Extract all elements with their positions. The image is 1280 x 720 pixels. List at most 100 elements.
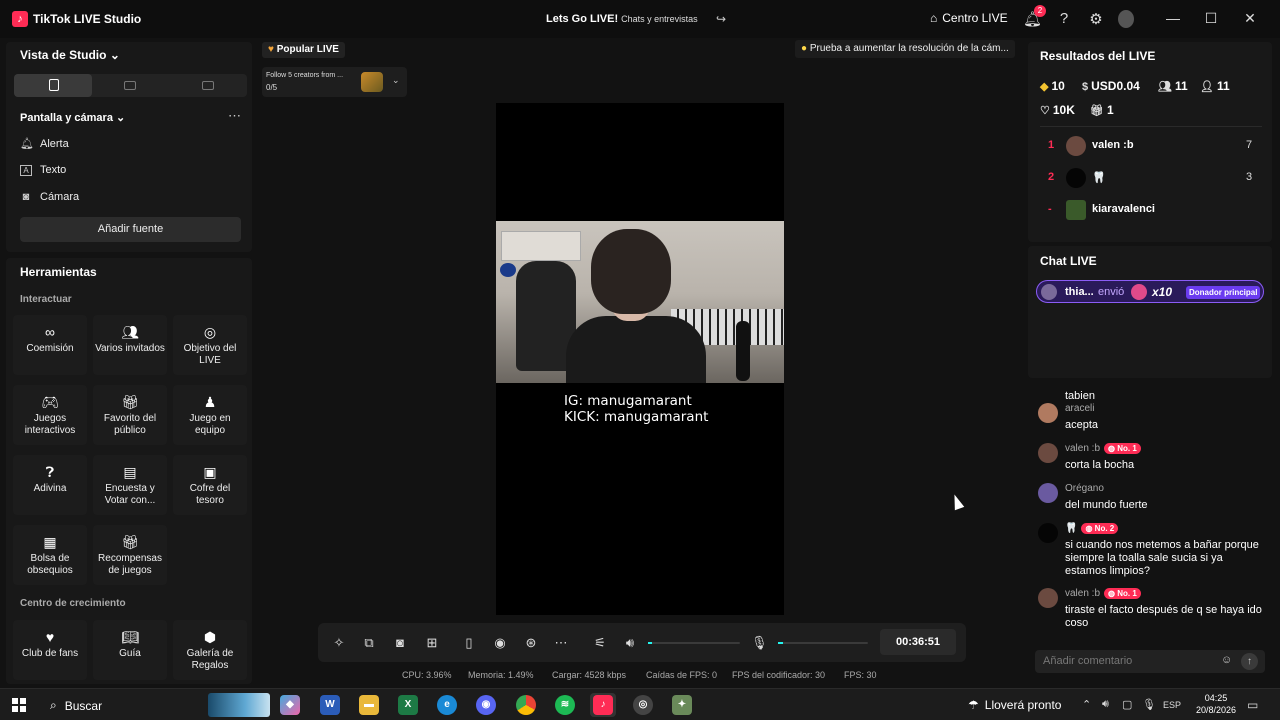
clock[interactable]: 04:25 20/8/2026: [1196, 692, 1236, 716]
chrome-icon[interactable]: [516, 695, 536, 715]
comment-input[interactable]: Añadir comentario ☺ ↑: [1035, 650, 1265, 673]
weather-widget[interactable]: ☂ Lloverá pronto: [968, 698, 1061, 712]
stat-viewers: 👥︎ 11: [1158, 79, 1188, 93]
close-icon[interactable]: ✕: [1240, 10, 1260, 27]
maximize-icon[interactable]: ☐: [1201, 10, 1221, 27]
replay-icon[interactable]: ⊛: [523, 635, 539, 651]
avatar: [1038, 483, 1058, 503]
tool-fan-club[interactable]: ♥ Club de fans: [13, 620, 87, 680]
tool-guide[interactable]: 📖︎ Guía: [93, 620, 167, 680]
add-source-button[interactable]: Añadir fuente: [20, 217, 241, 242]
popular-live-button[interactable]: ♥ Popular LIVE: [262, 42, 345, 58]
studio-view-dropdown[interactable]: Vista de Studio ⌄: [20, 48, 120, 62]
gear-icon[interactable]: ⚙: [1087, 10, 1105, 28]
source-item-camera[interactable]: ◙ Cámara: [20, 191, 79, 203]
portrait-layout-icon[interactable]: [49, 79, 59, 91]
magic-wand-icon[interactable]: ✧: [331, 635, 347, 651]
tool-gift-gallery[interactable]: ⬢ Galería de Regalos: [173, 620, 247, 680]
tool-team-game[interactable]: ♟ Juego en equipo: [173, 385, 247, 445]
app-icon[interactable]: ✦: [672, 695, 692, 715]
chevron-up-icon[interactable]: ⌃: [1082, 698, 1091, 711]
bag-icon: ▦: [43, 534, 57, 550]
tool-label: Varios invitados: [95, 343, 165, 354]
live-center-label: Centro LIVE: [942, 11, 1008, 25]
tool-treasure-chest[interactable]: ▣ Cofre del tesoro: [173, 455, 247, 515]
excel-icon[interactable]: X: [398, 695, 418, 715]
stat-memory: Memoria: 1.49%: [468, 670, 534, 680]
weather-label: Lloverá pronto: [984, 698, 1062, 712]
dual-layout-icon[interactable]: [202, 81, 214, 90]
tool-poll[interactable]: ▤ Encuesta y Votar con...: [93, 455, 167, 515]
taskbar-search[interactable]: ⌕ Buscar: [50, 698, 102, 713]
overlay-text: IG: manugamarant KICK: manugamarant: [564, 393, 708, 425]
tool-audience-favorite[interactable]: 🎁︎ Favorito del público: [93, 385, 167, 445]
ranking-row[interactable]: - kiaravalenci: [1040, 199, 1260, 221]
heart-outline-icon: ♡: [1040, 105, 1050, 117]
send-icon[interactable]: ↑: [1241, 653, 1258, 670]
tool-guess[interactable]: ❓︎ Adivina: [13, 455, 87, 515]
discord-icon[interactable]: ◉: [476, 695, 496, 715]
windows-start-icon[interactable]: [12, 698, 26, 712]
live-category: Chats y entrevistas: [621, 14, 698, 24]
file-explorer-icon[interactable]: ▬: [359, 695, 379, 715]
source-label: Cámara: [40, 191, 80, 203]
camera-settings-icon[interactable]: ◙: [392, 635, 408, 651]
effects-icon[interactable]: ⧉: [361, 635, 377, 651]
volume-slider[interactable]: [648, 642, 740, 644]
chevron-down-icon[interactable]: ⌄: [392, 75, 400, 86]
record-icon[interactable]: ◉: [492, 635, 508, 651]
language-indicator[interactable]: ESP: [1163, 700, 1181, 710]
top-gift-banner[interactable]: thia... envió x10 Donador principal: [1036, 280, 1264, 303]
tool-gift-bag[interactable]: ▦ Bolsa de obsequios: [13, 525, 87, 585]
source-item-text[interactable]: A Texto: [20, 164, 66, 176]
edge-icon[interactable]: e: [437, 695, 457, 715]
layout-switcher: [14, 74, 247, 97]
live-center-button[interactable]: ⌂ Centro LIVE: [930, 11, 1008, 25]
device-icon[interactable]: ▢: [1122, 698, 1132, 711]
message-user: valen :b ◍ No. 1: [1065, 443, 1141, 454]
help-icon[interactable]: ?: [1055, 10, 1073, 27]
ranking-row[interactable]: 1 valen :b 7: [1040, 135, 1260, 157]
obs-icon[interactable]: ◎: [633, 695, 653, 715]
copilot-icon[interactable]: ◆: [280, 695, 300, 715]
follow-creators-task[interactable]: Follow 5 creators from ... 0/5 ⌄: [262, 67, 407, 97]
mic-slider[interactable]: [778, 642, 868, 644]
tiktok-live-studio-icon[interactable]: ♪: [593, 695, 613, 715]
ranking-row[interactable]: 2 🦷 3: [1040, 167, 1260, 189]
sources-dropdown[interactable]: Pantalla y cámara ⌄: [20, 111, 125, 124]
screen-capture-icon[interactable]: ⊞: [424, 635, 440, 651]
tool-live-goal[interactable]: ◎ Objetivo del LIVE: [173, 315, 247, 375]
share-icon[interactable]: ↪: [716, 12, 726, 26]
username: valen :b: [1065, 443, 1101, 454]
landscape-layout-icon[interactable]: [124, 81, 136, 90]
emoji-icon[interactable]: ☺: [1221, 654, 1232, 666]
tool-label: Adivina: [33, 483, 67, 494]
microphone-icon[interactable]: 🎙︎: [751, 635, 768, 651]
coin-icon: $: [1082, 81, 1089, 93]
word-icon[interactable]: W: [320, 695, 340, 715]
speaker-icon[interactable]: 🔊︎: [622, 635, 638, 651]
minimize-icon[interactable]: —: [1163, 10, 1183, 26]
tool-multi-guest[interactable]: 👥︎ Varios invitados: [93, 315, 167, 375]
rank-badge-text: No. 2: [1094, 524, 1115, 533]
tool-label: Juegos interactivos: [24, 413, 76, 436]
avatar[interactable]: [1118, 10, 1134, 28]
more-options-icon[interactable]: ⋯: [228, 108, 241, 124]
mixer-icon[interactable]: ⚟: [592, 635, 608, 651]
tool-game-rewards[interactable]: 🎁︎ Recompensas de juegos: [93, 525, 167, 585]
live-title[interactable]: Lets Go LIVE! Chats y entrevistas: [546, 13, 698, 25]
resolution-tip[interactable]: ● Prueba a aumentar la resolución de la …: [795, 40, 1015, 58]
chat-messages[interactable]: tabien araceli acepta valen :b ◍ No. 1 cort…: [1028, 380, 1272, 636]
rank-name: kiaravalenci: [1092, 203, 1155, 215]
volume-icon[interactable]: 🔊︎: [1102, 698, 1109, 711]
phone-icon[interactable]: ▯: [461, 635, 477, 651]
more-icon[interactable]: ⋯: [553, 635, 569, 651]
notifications-icon[interactable]: ▭: [1247, 698, 1258, 712]
mic-tray-icon[interactable]: 🎙︎: [1142, 698, 1156, 711]
source-item-alert[interactable]: 🔔︎ Alerta: [20, 137, 69, 151]
viewers-icon: 👥︎: [1158, 81, 1172, 93]
tool-interactive-games[interactable]: 🎮︎ Juegos interactivos: [13, 385, 87, 445]
spotify-icon[interactable]: ≋: [555, 695, 575, 715]
tool-label: Club de fans: [21, 648, 79, 659]
tool-coemision[interactable]: ∞ Coemisión: [13, 315, 87, 375]
